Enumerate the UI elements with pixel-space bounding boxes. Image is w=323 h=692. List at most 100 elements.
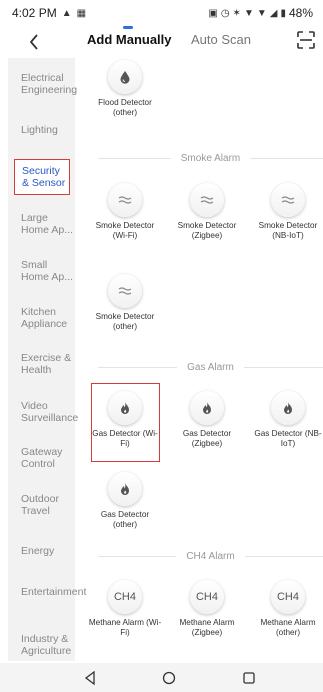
device-gas-detector-wifi[interactable]: Gas Detector (Wi-Fi) <box>90 391 160 449</box>
back-button[interactable] <box>22 29 46 55</box>
system-navigation-bar <box>0 663 323 692</box>
circle-home-icon <box>162 671 176 685</box>
status-bar: 4:02 PM ▲ ▦ ▣ ◷ ✶ ▼ ▼ ◢ ▮ 48% <box>0 0 323 26</box>
flame-icon <box>203 402 211 414</box>
device-gas-detector-nbiot[interactable]: Gas Detector (NB-IoT) <box>253 391 323 449</box>
device-icon-circle <box>108 183 142 217</box>
scan-button[interactable] <box>296 30 316 50</box>
signal-icon: ◢ <box>269 7 278 19</box>
device-flood-detector-other[interactable]: Flood Detector (other) <box>90 60 160 118</box>
battery-icon: ▮ <box>280 7 286 19</box>
nav-home-button[interactable] <box>160 669 178 687</box>
sidebar-item-large-home-appliances[interactable]: Large Home Ap... <box>8 212 75 236</box>
device-label: Gas Detector (Wi-Fi) <box>92 429 158 448</box>
device-icon-circle <box>108 60 142 94</box>
sidebar-item-industry-agriculture[interactable]: Industry & Agriculture <box>8 633 75 657</box>
notification-icon: ▲ <box>61 7 72 19</box>
tab-auto-scan[interactable]: Auto Scan <box>191 32 251 47</box>
smoke-icon <box>281 196 295 204</box>
smoke-icon <box>118 196 132 204</box>
wifi-icon: ▼ <box>243 7 254 19</box>
device-smoke-detector-other[interactable]: Smoke Detector (other) <box>90 274 160 332</box>
device-icon-circle <box>190 183 224 217</box>
section-ch4-alarm: CH4 Alarm <box>98 549 323 563</box>
divider <box>98 157 171 159</box>
device-gas-detector-zigbee[interactable]: Gas Detector (Zigbee) <box>172 391 242 449</box>
section-title: Gas Alarm <box>187 361 234 373</box>
divider <box>98 366 178 368</box>
sidebar-item-security-sensor[interactable]: Security & Sensor <box>14 159 70 195</box>
sidebar-item-energy[interactable]: Energy <box>8 545 75 557</box>
sidebar-item-exercise-health[interactable]: Exercise & Health <box>8 352 75 376</box>
device-smoke-detector-wifi[interactable]: Smoke Detector (Wi-Fi) <box>90 183 160 241</box>
status-time: 4:02 PM <box>12 6 57 20</box>
ch4-icon: CH4 <box>113 591 136 603</box>
device-gas-detector-other[interactable]: Gas Detector (other) <box>90 472 160 530</box>
sidebar-item-kitchen-appliance[interactable]: Kitchen Appliance <box>8 306 75 330</box>
device-icon-circle <box>108 391 142 425</box>
device-icon-circle: CH4 <box>190 580 224 614</box>
device-icon-circle: CH4 <box>108 580 142 614</box>
device-smoke-detector-zigbee[interactable]: Smoke Detector (Zigbee) <box>172 183 242 241</box>
device-label: Flood Detector (other) <box>98 98 152 117</box>
square-recents-icon <box>243 672 255 684</box>
device-smoke-detector-nbiot[interactable]: Smoke Detector (NB-IoT) <box>253 183 323 241</box>
device-label: Smoke Detector (Zigbee) <box>177 221 237 240</box>
sidebar-item-gateway-control[interactable]: Gateway Control <box>8 446 75 470</box>
gallery-icon: ▦ <box>76 7 87 19</box>
sidebar-item-video-surveillance[interactable]: Video Surveillance <box>8 400 78 424</box>
device-methane-alarm-other[interactable]: CH4 Methane Alarm (other) <box>253 580 323 638</box>
divider <box>98 555 177 557</box>
chevron-left-icon <box>29 34 38 50</box>
sidebar-item-outdoor-travel[interactable]: Outdoor Travel <box>8 493 75 517</box>
device-icon-circle <box>108 274 142 308</box>
device-label: Methane Alarm (Zigbee) <box>179 618 235 637</box>
sidebar-item-small-home-appliances[interactable]: Small Home Ap... <box>8 259 75 283</box>
category-sidebar: Electrical Engineering Lighting Security… <box>8 58 86 661</box>
smoke-icon <box>118 287 132 295</box>
flame-icon <box>121 402 129 414</box>
device-list: Flood Detector (other) Smoke Alarm Smoke… <box>84 58 323 661</box>
sidebar-item-lighting[interactable]: Lighting <box>8 124 75 136</box>
device-label: Methane Alarm (Wi-Fi) <box>88 618 162 637</box>
battery-level: 48% <box>288 6 313 20</box>
device-label: Gas Detector (NB-IoT) <box>254 429 322 448</box>
device-icon-circle <box>271 391 305 425</box>
sidebar-item-electrical-engineering[interactable]: Electrical Engineering <box>8 72 77 96</box>
device-icon-circle <box>190 391 224 425</box>
device-label: Methane Alarm (other) <box>260 618 316 637</box>
ch4-icon: CH4 <box>276 591 299 603</box>
section-gas-alarm: Gas Alarm <box>98 360 323 374</box>
device-label: Smoke Detector (Wi-Fi) <box>95 221 155 240</box>
section-smoke-alarm: Smoke Alarm <box>98 151 323 165</box>
device-label: Gas Detector (Zigbee) <box>182 429 232 448</box>
wifi-icon-2: ▼ <box>256 7 267 19</box>
device-label: Gas Detector (other) <box>100 510 150 529</box>
nfc-icon: ▣ <box>208 7 218 19</box>
section-title: Smoke Alarm <box>180 152 241 164</box>
bluetooth-icon: ✶ <box>232 7 241 19</box>
device-methane-alarm-wifi[interactable]: CH4 Methane Alarm (Wi-Fi) <box>88 580 162 638</box>
water-drop-icon <box>120 71 130 84</box>
device-label: Smoke Detector (NB-IoT) <box>258 221 318 240</box>
header: Add Manually Auto Scan <box>0 26 323 58</box>
nav-recents-button[interactable] <box>240 669 258 687</box>
device-icon-circle: CH4 <box>271 580 305 614</box>
smoke-icon <box>200 196 214 204</box>
device-icon-circle <box>271 183 305 217</box>
sidebar-item-entertainment[interactable]: Entertainment <box>8 586 86 598</box>
divider <box>244 555 323 557</box>
flame-icon <box>284 402 292 414</box>
divider <box>243 366 323 368</box>
nav-back-button[interactable] <box>82 669 100 687</box>
tab-add-manually[interactable]: Add Manually <box>87 32 172 47</box>
tab-indicator <box>123 26 133 29</box>
section-title: CH4 Alarm <box>186 550 235 562</box>
triangle-back-icon <box>84 670 95 686</box>
divider <box>250 157 323 159</box>
scan-frame-icon <box>297 31 315 49</box>
device-methane-alarm-zigbee[interactable]: CH4 Methane Alarm (Zigbee) <box>172 580 242 638</box>
device-label: Smoke Detector (other) <box>95 312 155 331</box>
flame-icon <box>121 483 129 495</box>
device-icon-circle <box>108 472 142 506</box>
